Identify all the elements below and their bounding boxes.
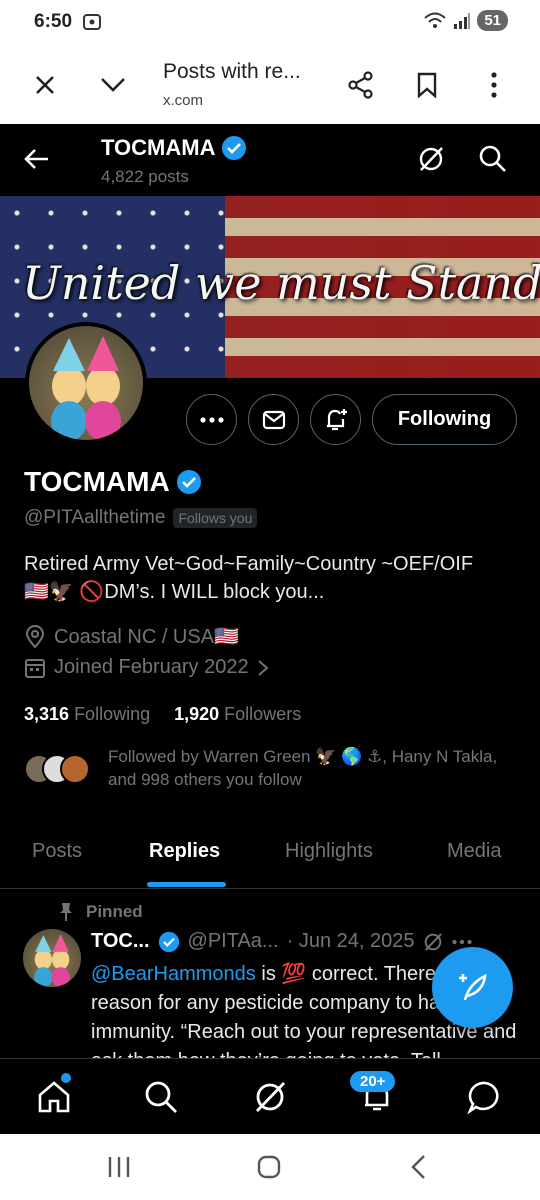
notifications-badge: 20+ (350, 1071, 396, 1092)
following-count-link[interactable]: 3,316 Following (24, 704, 150, 725)
screen-record-icon (83, 14, 101, 30)
tab-media[interactable]: Media (447, 840, 501, 863)
grok-icon[interactable] (252, 1079, 288, 1115)
location-pin-icon (25, 624, 45, 649)
profile-avatar[interactable] (25, 322, 147, 444)
followed-by-text: Followed by Warren Green 🦅 🌎 ⚓, Hany N T… (108, 747, 498, 789)
compose-button[interactable] (432, 947, 513, 1028)
bookmark-icon[interactable] (410, 68, 444, 102)
compose-feather-icon (458, 973, 487, 1000)
profile-handle: @PITAallthetime (24, 507, 166, 528)
profile-handle-row: @PITAallthetime Follows you (24, 507, 258, 529)
tweet-date[interactable]: · Jun 24, 2025 (287, 930, 415, 953)
header-name: TOCMAMA (101, 135, 247, 161)
grok-icon[interactable] (422, 931, 444, 953)
tab-highlights[interactable]: Highlights (285, 840, 373, 863)
chevron-right-icon (257, 659, 269, 676)
pinned-label-row: Pinned (58, 902, 143, 922)
page-url[interactable]: x.com (163, 92, 203, 109)
grok-icon[interactable] (416, 144, 446, 174)
avatar-image (34, 934, 70, 987)
calendar-icon (25, 658, 45, 678)
page-title[interactable]: Posts with re... (163, 60, 301, 84)
status-bar: 6:50 51 (0, 0, 540, 46)
pinned-label: Pinned (86, 902, 143, 921)
verified-badge-icon (158, 931, 179, 952)
bio-line-1: Retired Army Vet~God~Family~Country ~OEF… (24, 553, 474, 575)
profile-header: TOCMAMA 4,822 posts (0, 124, 540, 196)
status-time: 6:50 (34, 11, 73, 32)
close-icon[interactable] (28, 68, 62, 102)
follow-counts: 3,316 Following 1,920 Followers (24, 704, 301, 725)
profile-tabs: Posts Replies Highlights Media (0, 826, 540, 889)
notify-button[interactable] (310, 394, 361, 445)
post-count: 4,822 posts (101, 167, 189, 186)
tab-replies[interactable]: Replies (149, 840, 220, 863)
more-horiz-icon[interactable] (452, 939, 473, 945)
home-notification-dot (61, 1073, 71, 1083)
pin-icon (60, 903, 72, 921)
recent-apps-icon[interactable] (104, 1152, 134, 1182)
share-icon[interactable] (344, 68, 378, 102)
system-navigation (0, 1134, 540, 1200)
active-tab-indicator (147, 882, 226, 887)
mail-icon (262, 410, 285, 429)
back-button-icon[interactable] (404, 1152, 434, 1182)
home-button-icon[interactable] (254, 1152, 284, 1182)
search-icon[interactable] (143, 1079, 179, 1115)
following-button[interactable]: Following (372, 394, 517, 445)
more-vert-icon[interactable] (477, 68, 511, 102)
location-text: Coastal NC / USA🇺🇸 (54, 626, 239, 648)
profile-bio: Retired Army Vet~God~Family~Country ~OEF… (24, 550, 524, 606)
home-icon[interactable] (36, 1079, 72, 1115)
profile-name-row: TOCMAMA (24, 466, 202, 498)
message-button[interactable] (248, 394, 299, 445)
followed-by-avatars (24, 754, 94, 784)
verified-badge-icon (222, 136, 247, 160)
more-horiz-icon (199, 416, 224, 423)
messages-icon[interactable] (467, 1079, 503, 1115)
search-icon[interactable] (478, 144, 508, 174)
follows-you-badge: Follows you (173, 508, 258, 528)
bell-plus-icon (326, 408, 347, 430)
followers-count-link[interactable]: 1,920 Followers (174, 704, 301, 725)
bottom-navigation: 20+ (0, 1058, 540, 1134)
battery-indicator: 51 (477, 10, 508, 31)
tweet-author-handle[interactable]: @PITAa... (188, 930, 279, 953)
joined-row[interactable]: Joined February 2022 (24, 656, 269, 679)
chevron-down-icon[interactable] (96, 68, 130, 102)
tweet-author-name[interactable]: TOC... (91, 930, 150, 953)
tweet-avatar[interactable] (23, 929, 81, 987)
banner-text: United we must Stand (22, 256, 540, 310)
signal-icon (454, 12, 471, 29)
more-options-button[interactable] (186, 394, 237, 445)
joined-text: Joined February 2022 (54, 656, 249, 678)
verified-badge-icon (176, 470, 201, 494)
browser-toolbar: Posts with re... x.com (0, 46, 540, 124)
avatar (60, 754, 90, 784)
tab-posts[interactable]: Posts (32, 840, 82, 863)
location-row: Coastal NC / USA🇺🇸 (24, 624, 239, 649)
back-arrow-icon[interactable] (22, 144, 52, 174)
tweet-mention[interactable]: @BearHammonds (91, 963, 256, 985)
avatar-image (51, 336, 121, 440)
wifi-icon (424, 12, 446, 28)
bio-line-2: 🇺🇸🦅 🚫DM’s. I WILL block you... (24, 581, 325, 603)
profile-name: TOCMAMA (24, 466, 170, 497)
tweet-header: TOC... @PITAa... · Jun 24, 2025 (91, 930, 473, 953)
